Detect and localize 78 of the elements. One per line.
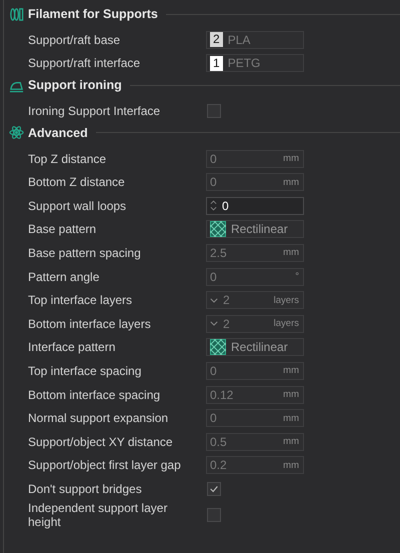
pattern-icon <box>210 221 226 238</box>
checkbox[interactable] <box>207 482 221 496</box>
field-value: 0 <box>210 152 217 166</box>
checkbox[interactable] <box>207 508 221 522</box>
field-value: Rectilinear <box>231 222 288 236</box>
setting-label: Bottom Z distance <box>28 175 126 190</box>
setting-label: Don't support bridges <box>28 482 143 496</box>
field-value: 0 <box>210 175 217 190</box>
unit-label: mm <box>283 365 299 376</box>
pattern-icon <box>210 339 226 356</box>
input-field[interactable]: 0.5 mm <box>206 432 304 451</box>
filament-number-badge: 2 <box>210 32 223 48</box>
setting-label: Normal support expansion <box>28 411 170 426</box>
setting-label: Base pattern <box>28 222 98 236</box>
atom-icon <box>9 125 24 140</box>
chevron-down-icon <box>210 298 218 303</box>
field-value: 0 <box>222 198 229 213</box>
setting-label: Ironing Support Interface <box>28 104 162 118</box>
combo-field[interactable]: 2 layers <box>206 314 304 333</box>
filament-spool-icon <box>9 6 24 22</box>
input-field[interactable]: 0.12 mm <box>206 386 304 404</box>
input-field[interactable]: 0.2 mm <box>206 456 304 474</box>
unit-label: mm <box>283 412 299 424</box>
pattern-dropdown[interactable]: Rectilinear <box>206 338 304 356</box>
unit-label: layers <box>274 294 299 306</box>
unit-label: layers <box>274 318 299 330</box>
pattern-dropdown[interactable]: Rectilinear <box>206 220 304 238</box>
setting-label: Support/object first layer gap <box>28 458 182 472</box>
unit-label: mm <box>283 389 299 400</box>
setting-label: Support/object XY distance <box>28 434 174 449</box>
field-value: 2.5 <box>210 246 227 260</box>
setting-label: Interface pattern <box>28 340 116 354</box>
filament-dropdown[interactable]: 1 PETG <box>206 54 304 72</box>
field-value: 2 <box>223 316 230 331</box>
setting-label: Support wall loops <box>28 198 128 213</box>
section-title: Filament for Supports <box>28 7 158 21</box>
setting-label: Support/raft interface <box>28 56 142 70</box>
unit-label: mm <box>283 153 299 164</box>
setting-label: Top interface spacing <box>28 364 142 378</box>
setting-label: Top interface layers <box>28 293 134 308</box>
spin-arrows-icon <box>210 200 217 212</box>
setting-label: Base pattern spacing <box>28 246 142 260</box>
filament-number-badge: 1 <box>210 56 223 71</box>
field-value: 0 <box>210 270 217 284</box>
spin-field[interactable]: 0 <box>206 196 304 215</box>
unit-label: mm <box>283 176 299 188</box>
setting-label: Pattern angle <box>28 270 100 284</box>
section-title: Advanced <box>28 126 88 140</box>
filament-dropdown[interactable]: 2 PLA <box>206 30 304 49</box>
unit-label: mm <box>283 247 299 258</box>
setting-label: Bottom interface spacing <box>28 388 162 402</box>
field-value: 0.5 <box>210 434 227 449</box>
field-value: 0.12 <box>210 388 234 402</box>
combo-field[interactable]: 2 layers <box>206 291 304 310</box>
input-field[interactable]: 0 mm <box>206 409 304 428</box>
unit-label: ° <box>295 271 299 282</box>
check-icon <box>209 484 219 494</box>
chevron-down-icon <box>210 321 218 326</box>
input-field[interactable]: 0 mm <box>206 362 304 380</box>
field-value: 2 <box>223 293 230 308</box>
section-title: Support ironing <box>28 78 122 92</box>
setting-label: Support/raft base <box>28 32 122 47</box>
filament-name: PLA <box>228 32 250 47</box>
field-value: 0 <box>210 411 217 426</box>
unit-label: mm <box>283 460 299 471</box>
field-value: 0 <box>210 364 217 378</box>
input-field[interactable]: 0 mm <box>206 173 304 192</box>
field-value: 0.2 <box>210 458 227 472</box>
setting-label: Top Z distance <box>28 152 108 166</box>
setting-label: Bottom interface layers <box>28 316 152 331</box>
input-field[interactable]: 0 mm <box>206 150 304 168</box>
checkbox[interactable] <box>207 104 221 118</box>
field-value: Rectilinear <box>231 340 288 354</box>
filament-name: PETG <box>228 56 260 70</box>
input-field[interactable]: 0 ° <box>206 268 304 286</box>
setting-label: Independent support layer height <box>28 500 168 529</box>
unit-label: mm <box>283 436 299 448</box>
input-field[interactable]: 2.5 mm <box>206 244 304 262</box>
